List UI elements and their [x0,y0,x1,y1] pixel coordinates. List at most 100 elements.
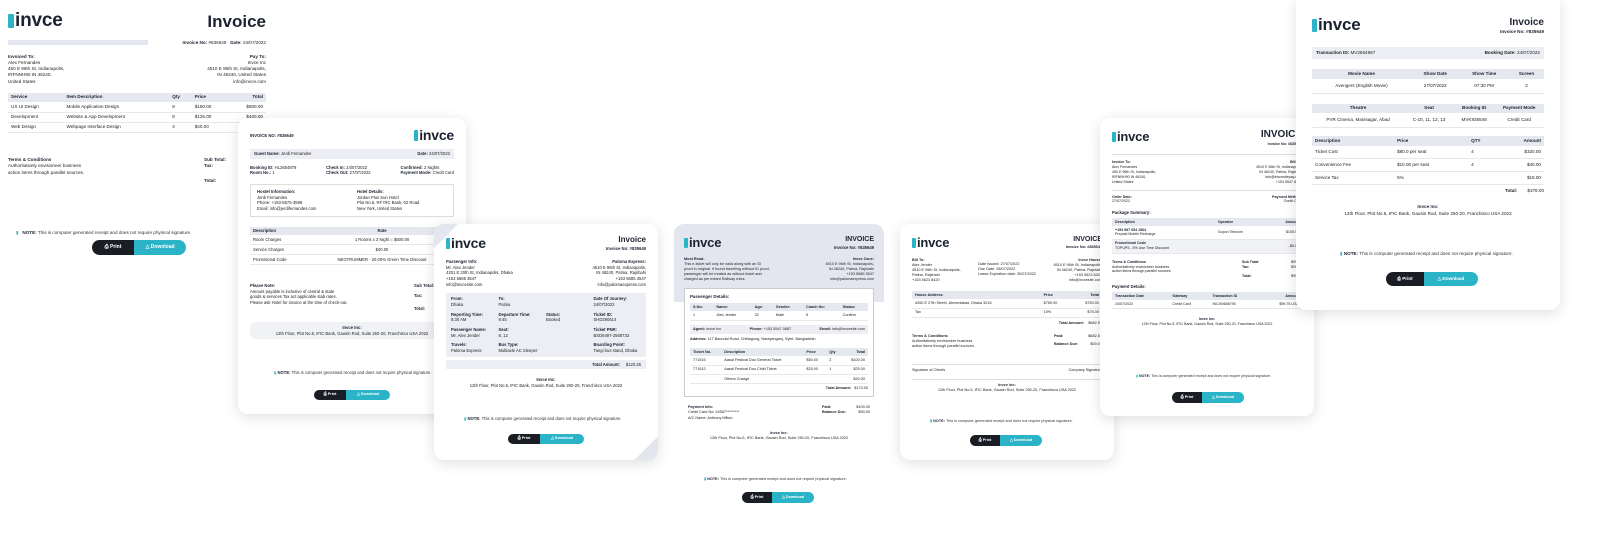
grid-value: Dhaka [451,301,464,307]
note: ▮ NOTE: This is computer generated recei… [704,477,847,482]
note-text: This is computer generated receipt and d… [291,370,432,375]
download-button[interactable]: △ Download [540,434,584,444]
grid-value: BSD8497-2568733 [593,332,630,338]
payment-label: Payment Mode: [400,170,432,176]
download-label: Download [554,436,574,441]
print-label: Print [1184,394,1194,399]
print-button[interactable]: ⎙ Print [742,492,772,503]
client-signature: Signature of Clients [912,367,946,372]
note-icon: ▮ [16,230,19,235]
addr-text: 12th Floor, Plot No.5, IFIC Bank, Gausin… [1141,321,1273,326]
download-button[interactable]: △ Download [346,390,390,400]
download-button[interactable]: △ Download [772,492,814,503]
cell: Aasal Festival Duo General Ticket [721,356,804,366]
balance-label: Balance Due: [822,410,847,415]
print-button[interactable]: ⎙ Print [970,435,1000,446]
note-icon: ▮ [1340,251,1343,256]
logo: invce [684,234,721,252]
col-header: Show Time [1459,69,1509,79]
payment-table: Transaction Date Gateway Transaction ID Amo… [1112,291,1302,309]
cell: $10.00 per seat [1394,158,1469,173]
info-line: info@invcesite.com [446,281,483,287]
info-line: +153 5623 8420 [912,278,940,283]
invoice-card-recharge: invce INVOICE Invoice No: #835649 Invoice… [1100,118,1314,416]
cell: 2 [1508,78,1544,94]
cell: Ticket Cost [1312,145,1395,159]
cell-sub: TOPUP5 - 5% Use Time Discount [1115,246,1169,251]
col-header: Age: [751,303,773,312]
col-header: Screen [1508,69,1544,79]
cell: 1 Rooms x 3 Night = $500.00 [309,235,454,246]
print-button[interactable]: ⎙ Print [1172,392,1202,403]
table-row: Web Design Webpage Interface Design 4 $40.0… [8,122,266,134]
agent: Invce Inc [706,326,722,331]
address-label: Address: [690,336,707,341]
phone: +153 5547 0887 [763,326,792,331]
cell: NEGTRUMMER - 20.00% Green Time Discount [309,254,454,266]
col-header: Price [191,92,229,103]
download-button[interactable]: △ Download [134,240,186,255]
invoice-card-service: invce Invoice Invoice No: #835649 Date: … [8,8,266,280]
note-label: NOTE: [933,419,945,423]
note: ▮ NOTE: This is computer generated recei… [274,370,432,376]
print-button[interactable]: ⎙ Print [508,434,540,444]
cell: $80.0 per seat [1394,145,1469,159]
action-buttons: ⎙ Print △ Download [1172,392,1244,403]
room: 1 [272,170,275,176]
note-label: NOTE: [707,477,719,481]
col-header: Name: [713,303,752,312]
note-text: This is computer generated receipt and d… [481,416,622,421]
download-label: Download [1215,394,1235,399]
cell: UX UI Design [8,102,64,113]
cell: C-10, 11, 12, 13 [1404,113,1454,129]
payment-details-label: Payment Details: [1112,284,1146,290]
cell: $320.00 [1498,145,1544,159]
package-table: Description Operator Amount +153 987 654 1… [1112,217,1302,254]
print-button[interactable]: ⎙ Print [314,390,346,400]
download-button[interactable]: △ Download [1202,392,1244,403]
download-button[interactable]: △ Download [1424,272,1478,286]
tax-label: Tax: [204,163,214,169]
balance-label: Balance Due: [1054,342,1079,347]
table-row: Service Tax 5% $18.00 [1312,171,1544,186]
print-button[interactable]: ⎙ Print [1386,272,1424,286]
total: $120.26 [625,361,641,367]
logo-text: invce [1117,129,1150,145]
invoice-card-hotel: INVOICE NO: #835649 invce Guest Name: Je… [238,118,466,414]
col-header: QTY [1468,136,1499,146]
note-icon: ▮ [1136,374,1138,378]
table-row: UX UI Design Mobile Application Design 8 $1… [8,102,266,113]
col-header: Total [842,347,868,357]
col-header: Payment Mode [1494,103,1544,114]
passenger-table: S.No: Name: Age: Gender: Coach No: Status: 1A… [690,303,868,321]
cell: Alex Jender [713,311,752,321]
table-row: Convenience Fee $10.00 per seat 4 $40.00 [1312,158,1544,173]
invoiced-to: Invoiced To: Alex Fernandes 450 E 96th S… [8,54,64,85]
invoice-title: INVOICE [845,236,874,244]
agent-label: Agent: [693,326,706,331]
journey-grid: From: Dhaka To: Patina Date Of Journey: 24/… [446,293,646,357]
col-header: Total [228,92,266,103]
note-text: This is computer generated receipt and d… [37,230,192,235]
cell: 32 [751,311,773,321]
table-row: 4260 E 27th Street, Ahmedabad, Dhaka 321… [912,299,1102,309]
cell: Others Charge [721,374,804,385]
download-button[interactable]: △ Download [1000,435,1042,446]
action-buttons: ⎙ Print △ Download [1386,272,1478,286]
addr-text: 12th Floor, Plot No.5, IFIC Bank, Gausin… [469,382,623,388]
print-button[interactable]: ⎙ Print [92,240,134,255]
cell: Service Tax [1312,171,1395,186]
cell: MVK935548 [1453,113,1495,129]
booking-id: HL2654879 [274,164,297,170]
ticket-table: Ticket No. Description Price Qty Total 77151… [690,347,868,385]
cell: 5% [1394,171,1469,186]
cell: 8 [169,112,192,123]
addr-line: United States [8,78,36,84]
transaction-label: Transaction ID: [1316,49,1350,55]
logo-icon [446,237,450,249]
cell: Website & App Development [63,112,170,123]
note-icon: ▮ [930,419,933,423]
note: ▮ NOTE: This is computer generated recei… [1136,374,1271,379]
note: ▮ NOTE: This is computer generated recei… [16,230,191,236]
col-header: Transaction Date [1112,291,1170,300]
